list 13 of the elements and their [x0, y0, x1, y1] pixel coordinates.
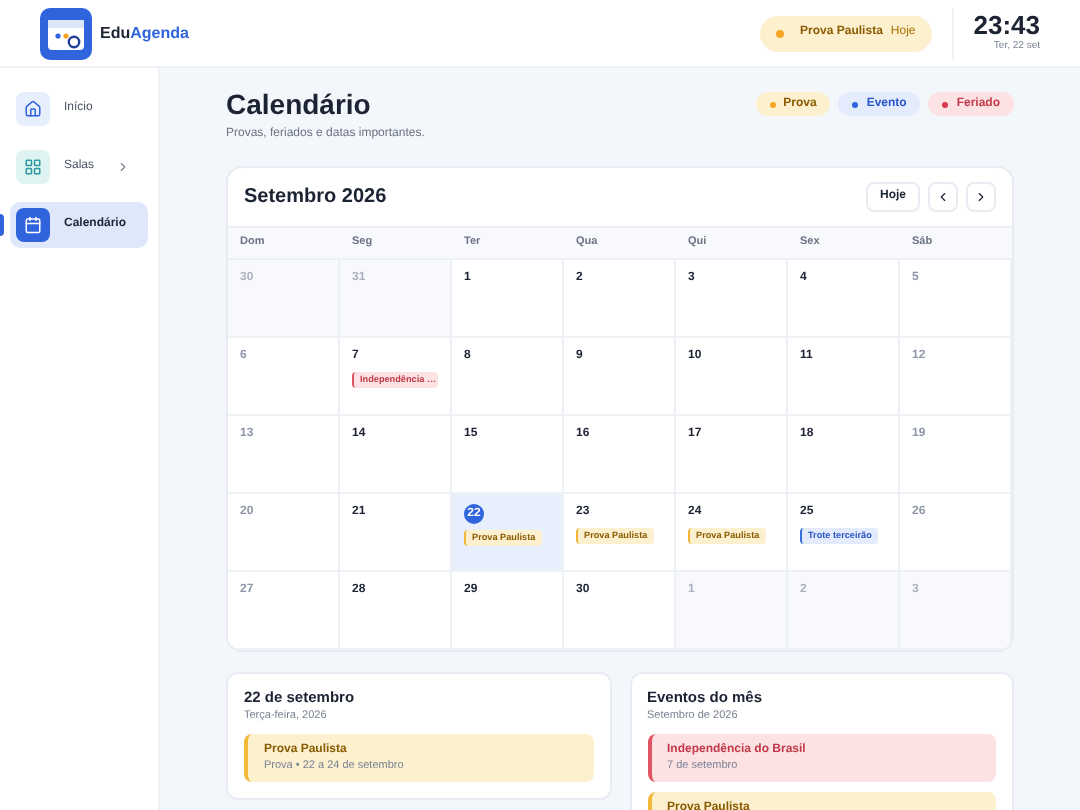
- chevron-left-icon: [936, 190, 950, 204]
- clock-time: 23:43: [973, 11, 1040, 40]
- active-indicator: [0, 214, 4, 236]
- month-title: Setembro 2026: [244, 184, 387, 212]
- logo-icon: [40, 7, 92, 59]
- next-button[interactable]: [966, 182, 996, 212]
- home-icon: [16, 92, 50, 126]
- grid-icon: [16, 150, 50, 184]
- previous-button[interactable]: [928, 182, 958, 212]
- page-title: Calendário: [226, 88, 373, 122]
- brand-name: EduAgenda: [100, 25, 189, 41]
- chevron-right-icon: [974, 190, 988, 204]
- calendar-icon: [16, 208, 50, 242]
